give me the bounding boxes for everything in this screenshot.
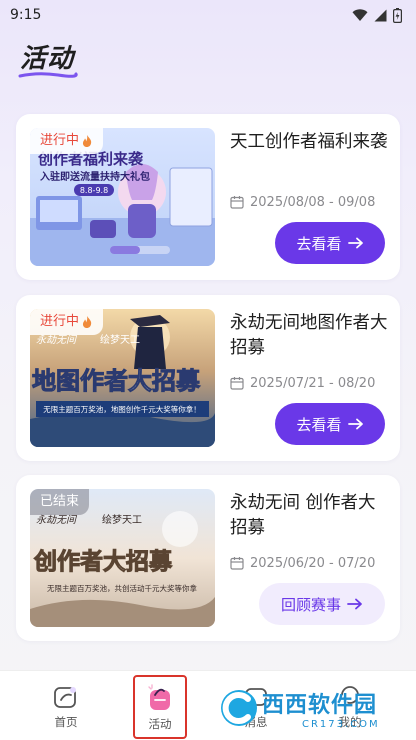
- banner-subtitle: 入驻即送流量扶持大礼包: [40, 170, 150, 183]
- home-icon: [54, 686, 76, 708]
- banner-subtitle: 无限主题百万奖池，地图创作千元大奖等你拿！: [43, 404, 201, 414]
- event-date-text: 2025/06/20 - 07/20: [250, 555, 376, 571]
- nav-label: 首页: [54, 714, 78, 729]
- event-title: 天工创作者福利来袭: [230, 132, 388, 152]
- title-underline-decoration: [18, 72, 78, 78]
- banner-logo: 永劫无间: [36, 514, 78, 526]
- view-event-button[interactable]: 去看看: [275, 403, 385, 445]
- arrow-right-icon: [347, 418, 363, 430]
- button-label: 回顾赛事: [280, 595, 341, 614]
- status-badge: 进行中: [30, 309, 104, 335]
- arrow-right-icon: [347, 237, 363, 249]
- fire-icon: [82, 135, 92, 147]
- status-time: 9:15: [10, 7, 42, 23]
- event-card[interactable]: 永劫无间 绘梦天工 创作者大招募 无限主题百万奖池，共创活动千元大奖等你拿 已结…: [16, 475, 400, 641]
- event-banner: 永劫无间 绘梦天工 地图作者大招募 无限主题百万奖池，地图创作千元大奖等你拿！ …: [30, 309, 215, 447]
- fire-icon: [82, 316, 92, 328]
- banner-date-range: 8.8-9.8: [80, 186, 108, 195]
- banner-subtitle: 无限主题百万奖池，共创活动千元大奖等你拿: [47, 583, 197, 593]
- battery-icon: [393, 7, 402, 23]
- event-banner: 创作者福利来袭 入驻即送流量扶持大礼包 8.8-9.8 进行中: [30, 128, 215, 266]
- signal-icon: [374, 9, 387, 21]
- event-title: 永劫无间地图作者大招募: [230, 313, 388, 358]
- calendar-icon: [230, 557, 244, 570]
- arrow-right-icon: [347, 598, 362, 610]
- nav-label: 活动: [148, 716, 172, 731]
- event-card[interactable]: 创作者福利来袭 入驻即送流量扶持大礼包 8.8-9.8 进行中 天工创作者福利来…: [16, 114, 400, 280]
- review-event-button[interactable]: 回顾赛事: [259, 583, 385, 625]
- status-label: 已结束: [40, 494, 80, 509]
- calendar-icon: [230, 377, 244, 390]
- watermark-domain: CR173.COM: [302, 718, 380, 730]
- banner-partner: 绘梦天工: [100, 333, 140, 346]
- button-label: 去看看: [296, 415, 342, 434]
- banner-headline: 地图作者大招募: [32, 367, 201, 395]
- wifi-icon: [352, 8, 368, 21]
- event-card[interactable]: 永劫无间 绘梦天工 地图作者大招募 无限主题百万奖池，地图创作千元大奖等你拿！ …: [16, 295, 400, 461]
- event-date: 2025/06/20 - 07/20: [230, 554, 375, 572]
- view-event-button[interactable]: 去看看: [275, 222, 385, 264]
- watermark-brand: 西西软件园: [262, 692, 378, 718]
- nav-item-activity[interactable]: 活动: [133, 675, 187, 739]
- calendar-icon: [230, 196, 244, 209]
- event-title: 永劫无间 创作者大招募: [230, 493, 376, 538]
- status-badge: 进行中: [30, 128, 104, 154]
- status-bar: 9:15: [0, 0, 416, 30]
- status-icons: [352, 7, 402, 23]
- event-date: 2025/07/21 - 08/20: [230, 374, 375, 392]
- event-date-text: 2025/07/21 - 08/20: [250, 375, 376, 391]
- site-watermark: 西西软件园 CR173.COM: [218, 684, 398, 732]
- status-label: 进行中: [40, 314, 80, 329]
- status-label: 进行中: [40, 133, 80, 148]
- banner-logo: 永劫无间: [36, 334, 78, 346]
- activity-icon: [148, 683, 170, 710]
- event-date: 2025/08/08 - 09/08: [230, 193, 375, 211]
- banner-partner: 绘梦天工: [102, 513, 142, 526]
- status-badge: 已结束: [30, 489, 90, 515]
- event-banner: 永劫无间 绘梦天工 创作者大招募 无限主题百万奖池，共创活动千元大奖等你拿 已结…: [30, 489, 215, 627]
- nav-item-home[interactable]: 首页: [31, 671, 101, 740]
- button-label: 去看看: [296, 234, 342, 253]
- event-date-text: 2025/08/08 - 09/08: [250, 194, 376, 210]
- banner-headline: 创作者大招募: [33, 548, 173, 575]
- watermark-logo-icon: [221, 690, 257, 726]
